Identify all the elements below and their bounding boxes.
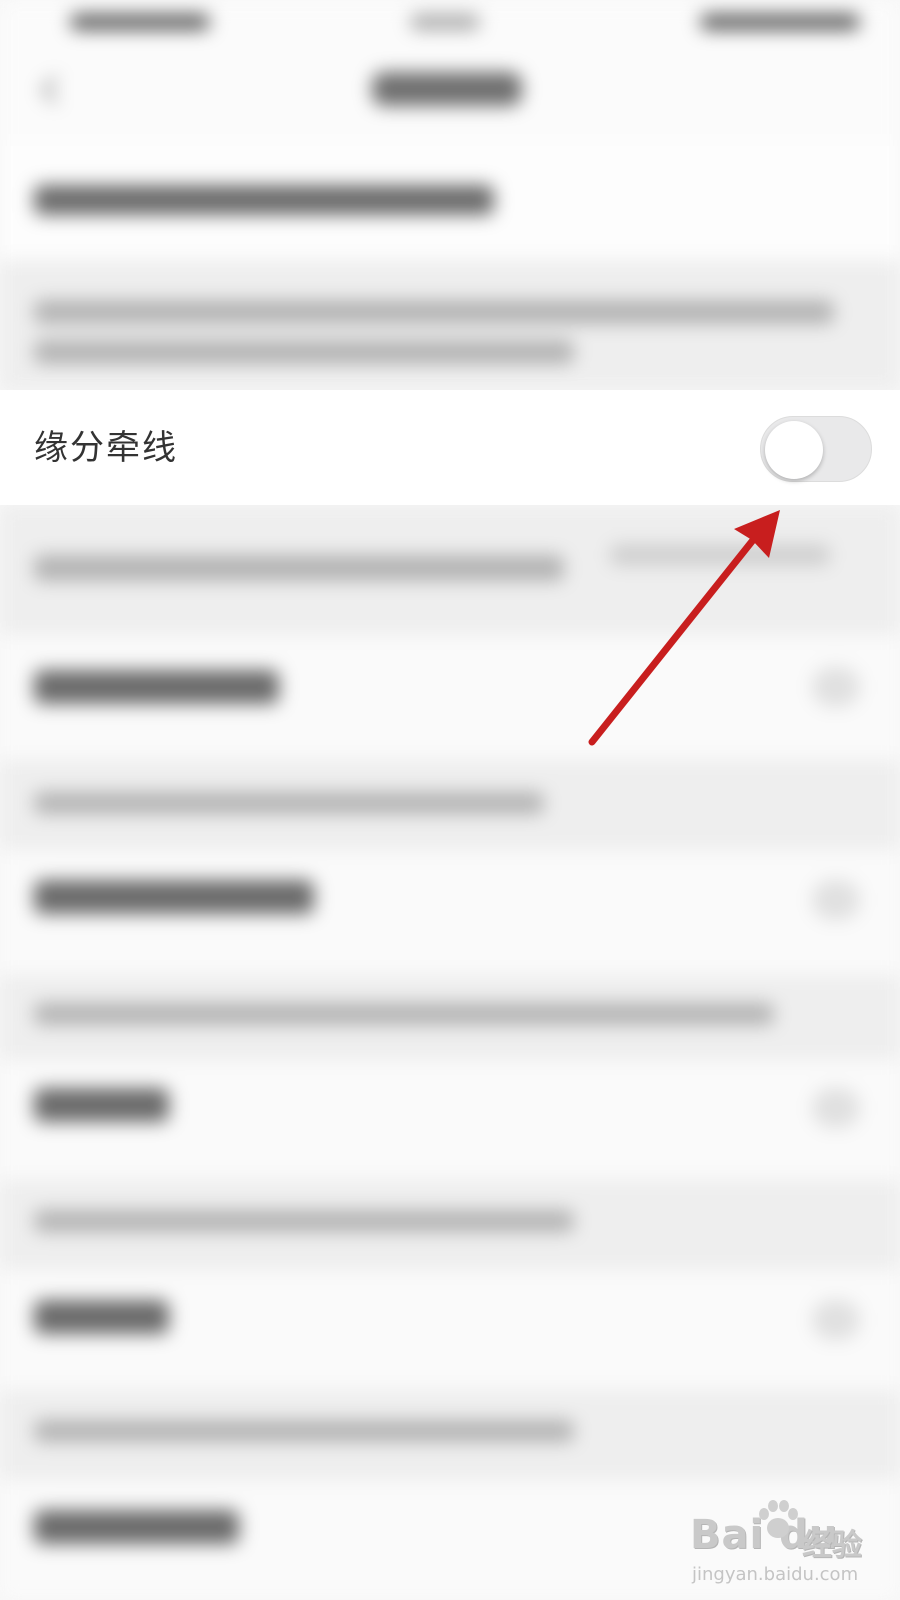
blurred-background-content [0, 0, 900, 1600]
status-center-placeholder [410, 14, 480, 30]
watermark-url: jingyan.baidu.com [692, 1564, 859, 1585]
status-bar [0, 0, 900, 50]
description-band [0, 1390, 900, 1480]
description-band [0, 260, 900, 390]
description-line [34, 340, 574, 364]
row-label-placeholder [34, 1510, 239, 1544]
status-time-placeholder [70, 14, 210, 30]
description-band [0, 760, 900, 850]
yuanfen-qianxian-toggle[interactable] [760, 416, 872, 482]
row-label-placeholder [34, 1088, 169, 1122]
description-band [0, 505, 900, 635]
toggle-knob [765, 421, 823, 479]
description-line [610, 545, 830, 565]
row-toggle-placeholder [812, 667, 860, 707]
row-label-placeholder [34, 1300, 169, 1334]
setting-label: 缘分牵线 [34, 428, 178, 468]
row-label-placeholder [34, 670, 279, 704]
description-band [0, 1180, 900, 1270]
watermark-product: 经验 [802, 1528, 862, 1563]
row-toggle-placeholder [812, 1088, 860, 1128]
settings-row [0, 1270, 900, 1390]
description-line [34, 300, 834, 324]
settings-row [0, 635, 900, 760]
baidu-jingyan-watermark: Bai du 经验 jingyan.baidu.com [690, 1500, 890, 1590]
row-toggle-placeholder [812, 880, 860, 920]
row-label-placeholder [34, 880, 314, 914]
status-icons-placeholder [700, 14, 860, 30]
settings-row [0, 1060, 900, 1180]
description-line [34, 792, 544, 814]
row-toggle-placeholder [812, 1300, 860, 1340]
description-line [34, 1210, 574, 1232]
settings-row [0, 850, 900, 975]
description-line [34, 555, 564, 581]
header-text-placeholder [34, 185, 494, 215]
baidu-paw-icon [759, 1500, 798, 1538]
nav-title-placeholder [372, 72, 522, 106]
description-line [34, 1420, 574, 1442]
description-band [0, 975, 900, 1060]
setting-row-yuanfen-qianxian[interactable]: 缘分牵线 [0, 390, 900, 505]
header-block [0, 140, 900, 260]
description-line [34, 1003, 774, 1025]
